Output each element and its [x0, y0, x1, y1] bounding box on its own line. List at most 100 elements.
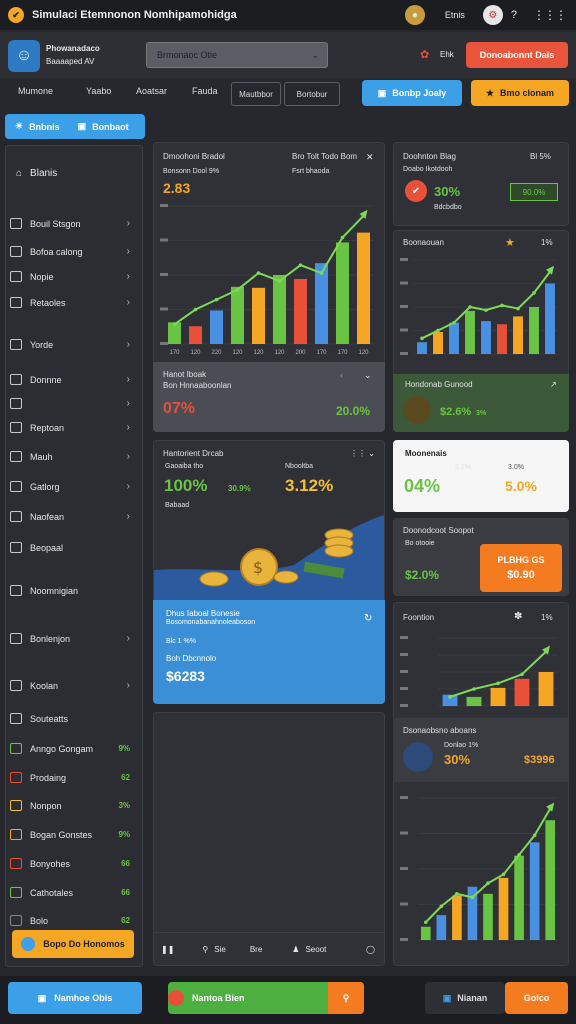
bottom-button-c[interactable]: ▣ Nianan [425, 982, 505, 1014]
trend-point [517, 853, 521, 857]
r4-v2: 3.0% [508, 464, 524, 471]
r2-star-icon[interactable]: ★ [505, 236, 515, 249]
y-tick-mark [400, 636, 408, 639]
sidebar-item[interactable]: Bonlenjon › [10, 633, 130, 644]
search-icon[interactable]: ⚲ [328, 982, 364, 1014]
nav-item-2[interactable]: Aoatsar [136, 86, 167, 96]
card2-menu-icon[interactable]: ⋮⋮ ⌄ [350, 449, 375, 458]
sidebar-stat[interactable]: Prodaing 62 [10, 772, 130, 783]
header-action-label: Donoabonnt Dais [479, 50, 555, 60]
stat-icon [10, 743, 22, 754]
trend-point [298, 263, 303, 267]
chevron-icon[interactable]: ⌄ [364, 370, 372, 381]
sidebar-item[interactable]: Naofean › [10, 511, 130, 522]
sidebar-stat[interactable]: Anngo Gongam 9% [10, 743, 130, 754]
sidebar-stat-value: 66 [121, 859, 130, 868]
circle-icon[interactable]: ◯ [366, 945, 375, 954]
sidebar-stat[interactable]: Bonyohes 66 [10, 858, 130, 869]
r7-v2: $3996 [524, 754, 555, 766]
trend-point [501, 872, 506, 877]
chart1-footer-sub: Bon Hnnaaboonlan [163, 381, 232, 390]
close-icon[interactable]: ✕ [366, 152, 374, 163]
sidebar-item[interactable]: Donnne › [10, 374, 130, 385]
chart1-footer-title: Hanot Iboak [163, 370, 207, 379]
refresh-icon[interactable]: ↻ [364, 613, 372, 624]
r1-sub: Doabo Ikotdooh [403, 166, 453, 173]
tool-b[interactable]: Bre [250, 945, 262, 954]
stat-icon [10, 800, 22, 811]
nav-item-0[interactable]: Mumone [18, 86, 53, 96]
r3-v1: $2.6% [440, 406, 472, 418]
sidebar-stat-value: 66 [121, 888, 130, 897]
y-tick-mark [160, 273, 168, 276]
nav-box-0[interactable]: Mautbbor [231, 82, 281, 106]
tab-group[interactable]: ☀ Bnbnis ▣ Bonbaot [5, 114, 145, 139]
card3-value: $6283 [166, 668, 205, 684]
sidebar-item[interactable]: Souteatts [10, 713, 130, 724]
r5-button[interactable]: PLBHG GS $0.90 [480, 544, 562, 592]
sidebar-item[interactable]: Bofoa calong › [10, 246, 130, 257]
pause-icon[interactable]: ❚❚ [161, 945, 174, 954]
sidebar-item[interactable]: Nopie › [10, 271, 130, 282]
r4-title: Moonenais [405, 449, 447, 458]
nav-box-1[interactable]: Bortobur [284, 82, 340, 106]
sidebar-item-label: Gatlorg [30, 481, 60, 492]
pin-label[interactable]: Ehk [440, 50, 454, 59]
database-icon [10, 481, 22, 492]
sidebar-item[interactable]: Noomnigian [10, 585, 130, 596]
apps-grid-icon[interactable]: ⋮⋮⋮ [533, 8, 567, 22]
card3-title: Dhus Iaboal Bonesie [166, 609, 240, 618]
sidebar-item[interactable]: Reptoan › [10, 422, 130, 433]
bar [514, 855, 524, 940]
sidebar-stat[interactable]: Bolo 62 [10, 915, 130, 926]
y-tick-mark [400, 258, 408, 261]
sidebar-item[interactable]: › [10, 398, 130, 409]
y-tick-mark [400, 687, 408, 690]
tool-c[interactable]: Seoot [305, 945, 326, 954]
sidebar-stat[interactable]: Cathotales 66 [10, 887, 130, 898]
sidebar-item-label: Beopaal [30, 542, 64, 553]
chevron-right-icon: › [126, 511, 130, 522]
user-label[interactable]: Etnis [445, 10, 465, 20]
sidebar-item[interactable]: Koolan › [10, 680, 130, 691]
trend-point [436, 328, 440, 333]
title-bar: ✔ Simulaci Etemnonon Nomhipamohidga ● Et… [0, 0, 576, 30]
primary-action-button[interactable]: ▣ Bonbp Joaly [362, 80, 462, 106]
sidebar-item[interactable]: Bouil Stsgon › [10, 218, 130, 229]
card2-v1: 100% [164, 476, 208, 495]
r1-title: Doohnton Blag [403, 152, 456, 161]
x-tick-label: 170 [337, 350, 348, 356]
sidebar-stat[interactable]: Nonpon 3% [10, 800, 130, 811]
sidebar-item[interactable]: Yorde › [10, 339, 130, 350]
settings-icon[interactable]: ⚙ [482, 5, 503, 25]
chart3-plot [400, 636, 558, 707]
header-action-button[interactable]: Donoabonnt Dais [466, 42, 568, 68]
sidebar-item[interactable]: Beopaal [10, 542, 130, 553]
nav-item-3[interactable]: Fauda [192, 86, 218, 96]
sidebar-item-label: Nopie [30, 271, 54, 282]
tool-a[interactable]: Sie [214, 945, 226, 954]
r6-bug-icon[interactable]: ✽ [514, 611, 522, 622]
pin-icon[interactable]: ✿ [420, 48, 429, 61]
bottom-button-d[interactable]: Golco [505, 982, 568, 1014]
sidebar-item[interactable]: Retaoles › [10, 297, 130, 308]
help-icon[interactable]: ? [511, 9, 517, 21]
workspace-select[interactable]: Brmonaoc Otie ⌄ [146, 42, 328, 68]
sidebar-item[interactable]: Mauh › [10, 451, 130, 462]
brand-line-1: Phowanadaco [46, 44, 100, 53]
user-avatar[interactable]: ● [404, 5, 425, 25]
expand-icon[interactable]: ↗ [550, 380, 557, 389]
stat-icon [10, 858, 22, 869]
chevron-right-icon: › [126, 297, 130, 308]
search-icon[interactable]: ⚲ [202, 945, 208, 954]
user-icon[interactable]: ♟ [292, 945, 299, 954]
secondary-action-button[interactable]: ★ Bmo clonam [471, 80, 569, 106]
bottom-button-b[interactable]: Nantoa Bien ⚲ [168, 982, 364, 1014]
sidebar-item[interactable]: Gatlorg › [10, 481, 130, 492]
prev-icon[interactable]: ‹ [340, 370, 343, 380]
sidebar-stat[interactable]: Bogan Gonstes 9% [10, 829, 130, 840]
bottom-button-a[interactable]: ▣ Namhoe Obis [8, 982, 142, 1014]
nav-item-1[interactable]: Yaabo [86, 86, 111, 96]
r6-title: Foontion [403, 613, 435, 622]
sidebar-cta-button[interactable]: Bopo Do Honomos [12, 930, 134, 958]
